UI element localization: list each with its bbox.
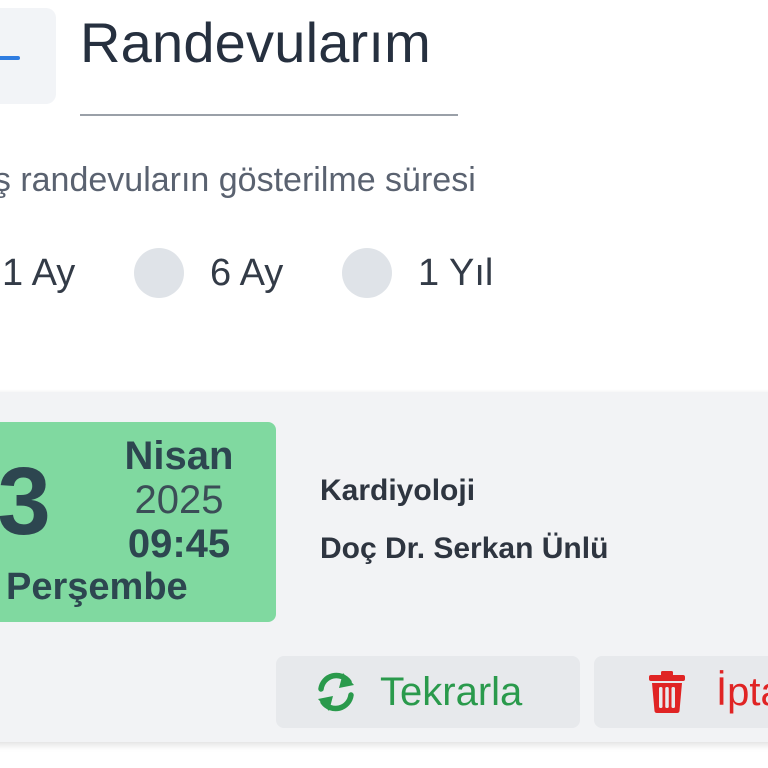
appointments-page: Randevularım miş randevuların gösterilme… — [0, 0, 768, 768]
radio-option-1-month[interactable]: 1 Ay — [2, 246, 75, 300]
cancel-button-label: İptal — [716, 669, 768, 714]
radio-button-6-months[interactable] — [134, 248, 184, 298]
appointment-month: Nisan — [124, 434, 234, 478]
cancel-appointment-button[interactable]: İptal — [594, 656, 768, 728]
title-underline — [80, 114, 458, 116]
radio-label-1-month: 1 Ay — [2, 251, 76, 294]
repeat-appointment-button[interactable]: Tekrarla — [276, 656, 580, 728]
refresh-icon — [318, 672, 354, 712]
period-filter-label: miş randevuların gösterilme süresi — [0, 161, 476, 199]
appointment-department: Kardiyoloji — [320, 474, 476, 507]
appointment-date-box: 03 Nisan 2025 09:45 Perşembe — [0, 422, 276, 622]
back-button[interactable] — [0, 8, 56, 104]
radio-option-1-year[interactable]: 1 Yıl — [342, 246, 493, 300]
radio-option-6-months[interactable]: 6 Ay — [134, 246, 283, 300]
arrow-left-icon — [0, 56, 20, 60]
trash-icon — [649, 671, 685, 713]
repeat-button-label: Tekrarla — [380, 669, 523, 714]
appointment-day: 03 — [0, 448, 51, 555]
appointment-weekday: Perşembe — [6, 566, 188, 608]
appointment-doctor: Doç Dr. Serkan Ünlü — [320, 532, 609, 565]
radio-button-1-year[interactable] — [342, 248, 392, 298]
appointment-time: 09:45 — [127, 522, 231, 566]
page-title: Randevularım — [80, 11, 432, 74]
radio-label-1-year: 1 Yıl — [418, 251, 494, 294]
radio-label-6-months: 6 Ay — [210, 251, 284, 294]
appointment-year: 2025 — [134, 478, 224, 522]
